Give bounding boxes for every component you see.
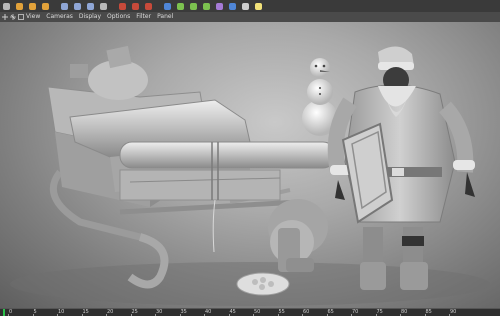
3d-viewport[interactable] bbox=[0, 22, 500, 308]
zoom-icon[interactable] bbox=[10, 14, 16, 20]
light-icon[interactable] bbox=[252, 1, 264, 11]
menu-item-panel[interactable]: Panel bbox=[157, 12, 173, 22]
menu-items: View Cameras Display Options Filter Panel bbox=[26, 12, 179, 22]
menu-item-cameras[interactable]: Cameras bbox=[46, 12, 73, 22]
menu-item-options[interactable]: Options bbox=[107, 12, 130, 22]
render-view-icon[interactable] bbox=[116, 1, 128, 11]
santa-figure bbox=[327, 46, 475, 290]
pan-icon[interactable] bbox=[2, 14, 8, 20]
render-settings-icon[interactable] bbox=[142, 1, 154, 11]
nurbs-icon[interactable] bbox=[187, 1, 199, 11]
rotate-icon[interactable] bbox=[39, 1, 51, 11]
spline-icon[interactable] bbox=[174, 1, 186, 11]
z-axis-icon[interactable] bbox=[84, 1, 96, 11]
undo-icon[interactable] bbox=[0, 1, 12, 11]
camera-icon[interactable] bbox=[239, 1, 251, 11]
menu-item-filter[interactable]: Filter bbox=[136, 12, 151, 22]
cookie-plate bbox=[236, 272, 290, 296]
deformer-icon[interactable] bbox=[213, 1, 225, 11]
array-icon[interactable] bbox=[200, 1, 212, 11]
maximize-view-icon[interactable] bbox=[18, 14, 24, 20]
render-picture-viewer-icon[interactable] bbox=[129, 1, 141, 11]
scale-icon[interactable] bbox=[26, 1, 38, 11]
viewport-nav-icons bbox=[2, 14, 26, 20]
scene-render bbox=[10, 45, 490, 306]
x-axis-icon[interactable] bbox=[58, 1, 70, 11]
floor-icon[interactable] bbox=[226, 1, 238, 11]
main-toolbar bbox=[0, 0, 500, 12]
move-icon[interactable] bbox=[13, 1, 25, 11]
backpack bbox=[268, 199, 328, 272]
menu-item-display[interactable]: Display bbox=[79, 12, 101, 22]
menu-item-view[interactable]: View bbox=[26, 12, 40, 22]
y-axis-icon[interactable] bbox=[71, 1, 83, 11]
world-coordinates-icon[interactable] bbox=[97, 1, 109, 11]
cube-icon[interactable] bbox=[161, 1, 173, 11]
